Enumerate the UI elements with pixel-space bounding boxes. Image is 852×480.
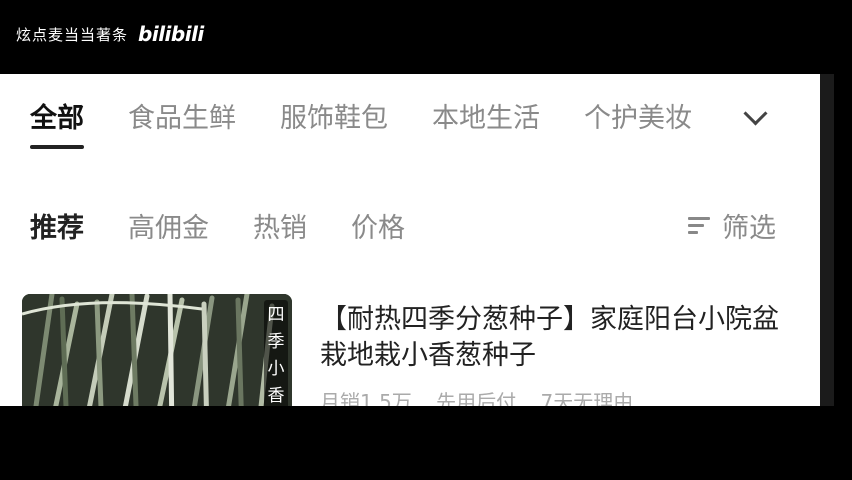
sort-bar: 推荐 高佣金 热销 价格 — [30, 206, 449, 245]
sort-hot-sales[interactable]: 热销 — [253, 206, 307, 245]
pay-later-badge: 先用后付 — [436, 390, 517, 406]
sort-price[interactable]: 价格 — [351, 206, 405, 245]
video-watermark: 炫点麦当当著条 bilibili — [16, 22, 204, 46]
bilibili-logo: bilibili — [138, 22, 204, 46]
watermark-text: 炫点麦当当著条 — [16, 25, 129, 44]
filter-label: 筛选 — [722, 213, 776, 244]
tab-all[interactable]: 全部 — [30, 96, 84, 149]
monthly-sales: 月销1.5万 — [320, 390, 412, 406]
product-image[interactable]: 四季小香 — [22, 294, 292, 406]
filter-icon — [688, 216, 710, 235]
tab-food-fresh[interactable]: 食品生鲜 — [128, 96, 236, 135]
green-onion-illustration — [22, 294, 292, 406]
category-tabs: 全部 食品生鲜 服饰鞋包 本地生活 个护美妆 — [30, 96, 736, 149]
sort-recommended[interactable]: 推荐 — [30, 206, 84, 245]
filter-button[interactable]: 筛选 — [688, 206, 776, 245]
product-meta: 月销1.5万 先用后付 7天无理由 — [320, 386, 651, 406]
scrollbar-edge — [820, 74, 834, 406]
tab-local-life[interactable]: 本地生活 — [432, 96, 540, 135]
sort-high-commission[interactable]: 高佣金 — [128, 206, 209, 245]
tab-beauty[interactable]: 个护美妆 — [584, 96, 692, 135]
phone-screen: 全部 食品生鲜 服饰鞋包 本地生活 个护美妆 推荐 高佣金 热销 价格 筛选 四… — [0, 74, 820, 406]
tab-apparel[interactable]: 服饰鞋包 — [280, 96, 388, 135]
return-policy-badge: 7天无理由 — [540, 390, 634, 406]
image-tag: 四季小香 — [264, 300, 288, 406]
product-title[interactable]: 【耐热四季分葱种子】家庭阳台小院盆栽地栽小香葱种子 — [320, 302, 800, 374]
